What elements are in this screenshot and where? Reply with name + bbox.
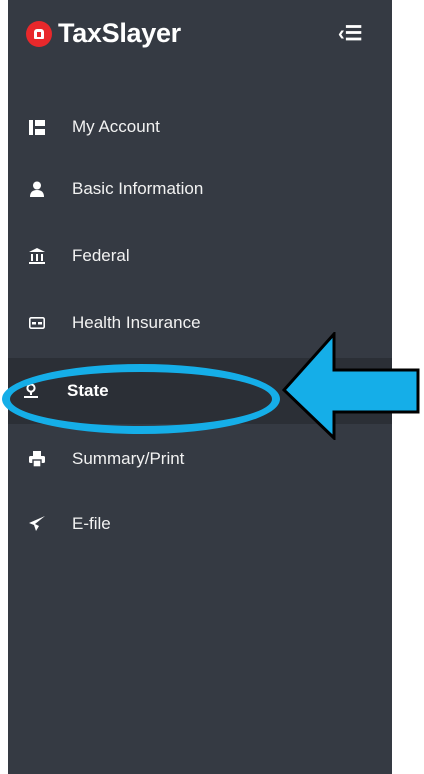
- sidebar-item-basic-information[interactable]: Basic Information: [8, 156, 392, 222]
- sidebar-item-label: Health Insurance: [72, 313, 201, 332]
- pointer-arrow-icon: [282, 332, 420, 440]
- sidebar-item-federal[interactable]: Federal: [8, 223, 392, 289]
- collapse-menu-icon[interactable]: ‹☰: [338, 24, 363, 44]
- printer-icon: [28, 450, 46, 468]
- brand-name: TaxSlayer: [58, 18, 181, 48]
- taxslayer-logo-icon: [26, 20, 52, 47]
- sidebar-item-my-account[interactable]: My Account: [8, 94, 392, 160]
- sidebar-item-label: My Account: [72, 117, 160, 136]
- sidebar-item-label: E-file: [72, 514, 111, 533]
- sidebar-item-label: Federal: [72, 246, 130, 265]
- insurance-card-icon: [28, 314, 46, 332]
- brand[interactable]: TaxSlayer: [26, 18, 181, 49]
- account-card-icon: [28, 118, 46, 136]
- bank-building-icon: [28, 247, 46, 265]
- sidebar-item-label: Basic Information: [72, 179, 204, 198]
- highlight-ring-annotation: [2, 364, 280, 434]
- paper-plane-icon: [28, 515, 46, 533]
- person-icon: [28, 180, 46, 198]
- sidebar-item-e-file[interactable]: E-file: [8, 491, 392, 557]
- sidebar-item-label: Summary/Print: [72, 449, 185, 468]
